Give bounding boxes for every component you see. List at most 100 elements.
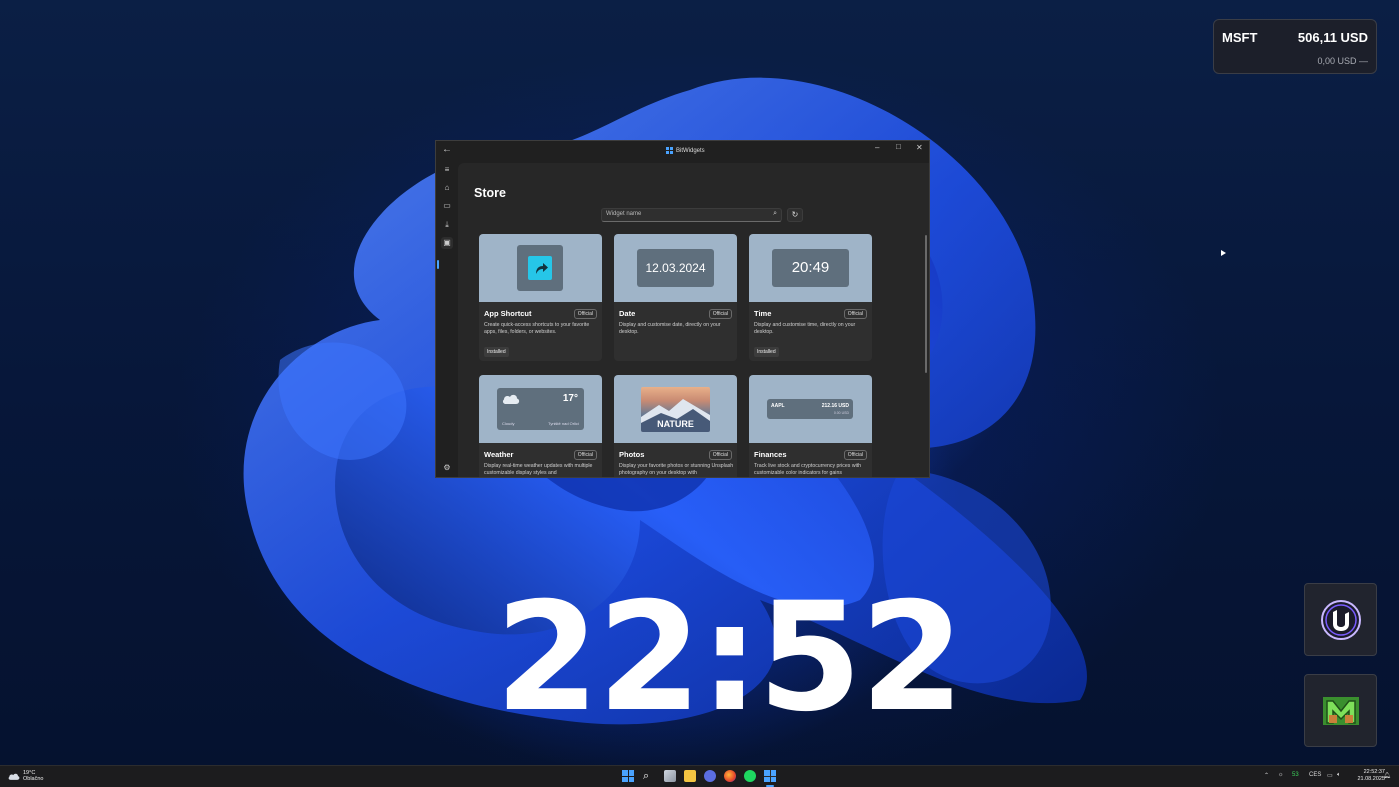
taskbar-clock[interactable]: 22:52:37 21.08.2025 [1357,769,1385,783]
task-view-icon[interactable] [664,770,676,782]
cloud-icon [502,394,520,404]
chevron-up-icon[interactable]: ⌃ [1264,772,1269,779]
battery-indicator[interactable]: 53 [1292,772,1299,778]
installed-badge: Installed [754,347,779,357]
clock-time: 22:52:37 [1363,769,1385,775]
close-icon[interactable]: ✕ [916,143,923,152]
preview-price: 212.16 USD [821,403,849,409]
card-description: Display and customise date, directly on … [619,322,721,335]
minimize-icon[interactable]: – [875,143,879,152]
home-icon[interactable]: ⌂ [441,182,453,194]
title-bar[interactable]: ← BitWidgets – □ ✕ [436,141,929,163]
preview-temp: 17° [562,393,578,404]
search-placeholder: Widget name [606,211,642,217]
unreal-engine-icon [1320,599,1361,640]
window-title: BitWidgets [666,147,705,154]
stock-widget[interactable]: MSFT 506,11 USD 0,00 USD — [1213,19,1377,74]
stock-price: 506,11 USD [1297,30,1368,45]
card-description: Track live stock and cryptocurrency pric… [754,463,862,476]
store-page: Store Widget name ⌕ ↻ App Shortcut Offic… [458,163,929,477]
official-badge: Official [843,309,867,319]
stock-symbol: MSFT [1222,30,1258,45]
clock-date: 21.08.2025 [1357,776,1385,782]
menu-icon[interactable]: ≡ [441,164,453,176]
widget-card-date[interactable]: 12.03.2024 Date Official Display and cus… [614,234,737,361]
search-icon[interactable]: ⌕ [773,210,777,218]
start-button[interactable] [622,770,634,782]
card-preview: 17° Cloudy Tyniště nad Orlicí [479,375,602,443]
card-preview [479,234,602,302]
card-preview: NATURE [614,375,737,443]
mouse-cursor-icon [1221,250,1226,256]
card-description: Display your favorite photos or stunning… [619,463,734,476]
card-title: Date [619,309,636,318]
nature-photo: NATURE [641,387,710,432]
card-description: Create quick-access shortcuts to your fa… [484,322,590,335]
firefox-icon[interactable] [724,770,736,782]
back-arrow-icon[interactable]: ← [442,144,452,155]
maximize-icon[interactable]: □ [896,142,901,151]
volume-icon[interactable]: 🔈︎ [1337,772,1341,779]
preview-date-text: 12.03.2024 [637,249,714,287]
official-badge: Official [573,450,597,460]
stock-change: 0,00 USD — [1317,56,1368,66]
weather-condition: Oblačno [23,776,44,782]
refresh-icon: ↻ [791,210,799,219]
search-icon[interactable]: ⌕ [643,770,655,782]
active-indicator [437,260,439,269]
store-icon[interactable]: ▣ [441,237,453,249]
file-explorer-icon[interactable] [684,770,696,782]
download-icon[interactable]: ⤓ [441,219,453,231]
preview-photo-label: NATURE [657,419,694,429]
minecraft-launcher-shortcut[interactable] [1304,674,1377,747]
card-preview: 12.03.2024 [614,234,737,302]
card-title: App Shortcut [484,309,532,318]
shortcut-arrow-icon [528,256,552,280]
weather-preview-panel: 17° Cloudy Tyniště nad Orlicí [497,388,584,430]
official-badge: Official [708,450,732,460]
card-description: Display real-time weather updates with m… [484,463,593,476]
spotify-icon[interactable] [744,770,756,782]
card-preview: 20:49 [749,234,872,302]
taskbar-weather[interactable]: 19°C Oblačno [8,770,44,782]
official-badge: Official [708,309,732,319]
card-description: Display and customise time, directly on … [754,322,856,335]
card-title: Time [754,309,772,318]
widgets-icon[interactable]: ▭ [441,200,453,212]
refresh-button[interactable]: ↻ [787,208,803,222]
preview-location: Tyniště nad Orlicí [548,421,579,426]
preview-condition: Cloudy [502,421,515,426]
search-input[interactable]: Widget name ⌕ [601,208,782,222]
preview-symbol: AAPL [771,403,785,409]
widget-card-photos[interactable]: NATURE Photos Official Display your favo… [614,375,737,477]
scrollbar[interactable] [925,235,927,373]
widget-card-time[interactable]: 20:49 Time Official Display and customis… [749,234,872,361]
preview-time-text: 20:49 [772,249,849,287]
monitor-icon[interactable]: ▭ [1327,772,1333,779]
official-badge: Official [573,309,597,319]
minecraft-icon [1322,696,1359,725]
discord-icon[interactable] [704,770,716,782]
bitwidgets-taskbar-icon[interactable] [764,770,776,782]
card-title: Finances [754,450,787,459]
card-title: Weather [484,450,514,459]
cloud-icon [8,773,20,780]
card-preview: AAPL 212.16 USD 0.00 USD [749,375,872,443]
preview-change: 0.00 USD [833,411,849,415]
brightness-icon[interactable]: ☼ [1278,772,1284,778]
widget-card-weather[interactable]: 17° Cloudy Tyniště nad Orlicí Weather Of… [479,375,602,477]
widget-card-finances[interactable]: AAPL 212.16 USD 0.00 USD Finances Offici… [749,375,872,477]
desktop-clock-widget[interactable]: 22:52 [495,578,964,738]
settings-icon[interactable]: ⚙ [441,462,453,474]
language-indicator[interactable]: CES [1309,772,1321,778]
widget-card-app-shortcut[interactable]: App Shortcut Official Create quick-acces… [479,234,602,361]
installed-badge: Installed [484,347,509,357]
page-title: Store [474,186,506,200]
taskbar: 19°C Oblačno ⌕ ⌃ ☼ 53 CES ▭ 🔈︎ 22:52:37 … [0,765,1399,787]
finance-preview-panel: AAPL 212.16 USD 0.00 USD [767,399,853,419]
official-badge: Official [843,450,867,460]
unreal-engine-shortcut[interactable] [1304,583,1377,656]
card-title: Photos [619,450,645,459]
nav-sidebar: ≡ ⌂ ▭ ⤓ ▣ ⚙ [436,163,458,477]
notification-bell-icon[interactable]: 🔔︎ [1383,772,1391,779]
